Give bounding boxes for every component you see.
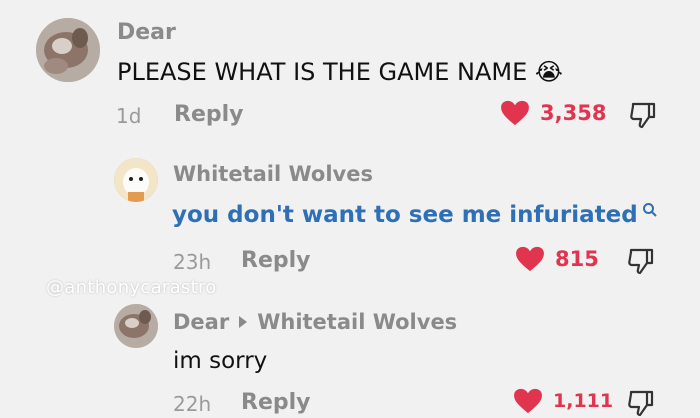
heart-icon (516, 246, 544, 272)
comment-timestamp: 1d (116, 104, 142, 128)
reply-target[interactable]: Whitetail Wolves (257, 310, 457, 334)
like-count: 815 (555, 247, 599, 271)
comment-1: Dear PLEASE WHAT IS THE GAME NAME 😭 1d R… (0, 0, 700, 140)
avatar[interactable] (36, 18, 100, 82)
dislike-icon[interactable] (626, 388, 656, 418)
reply-author[interactable]: Dear (173, 310, 229, 334)
comment-text: PLEASE WHAT IS THE GAME NAME 😭 (117, 58, 563, 86)
like-button[interactable]: 1,111 (513, 388, 613, 414)
comment-text: im sorry (173, 348, 268, 374)
comment-timestamp: 23h (173, 250, 212, 274)
like-button[interactable]: 3,358 (500, 100, 606, 126)
chevron-right-icon (239, 316, 248, 328)
like-button[interactable]: 815 (515, 246, 599, 272)
comment-username[interactable]: Dear (117, 20, 176, 45)
comment-username[interactable]: Whitetail Wolves (173, 162, 373, 186)
avatar[interactable] (114, 304, 158, 348)
reply-button[interactable]: Reply (174, 102, 244, 127)
avatar-image (114, 158, 158, 202)
like-count: 1,111 (553, 390, 614, 412)
avatar-image (114, 304, 158, 348)
comment-text-body: PLEASE WHAT IS THE GAME NAME (117, 58, 528, 86)
avatar[interactable] (114, 158, 158, 202)
comment-timestamp: 22h (173, 392, 212, 416)
reply-button[interactable]: Reply (241, 390, 311, 415)
search-icon[interactable] (642, 202, 658, 218)
crying-emoji-icon: 😭 (534, 58, 563, 86)
heart-icon (501, 100, 529, 126)
like-count: 3,358 (540, 101, 607, 125)
comment-2: Whitetail Wolves you don't want to see m… (0, 140, 700, 280)
comment-text-body[interactable]: you don't want to see me infuriated (172, 202, 638, 228)
comment-3: Dear Whitetail Wolves im sorry 22h Reply … (0, 290, 700, 418)
comment-text: you don't want to see me infuriated (172, 202, 658, 228)
heart-icon (514, 388, 542, 414)
dislike-icon[interactable] (626, 246, 656, 276)
avatar-image (36, 18, 100, 82)
dislike-icon[interactable] (628, 100, 658, 130)
reply-button[interactable]: Reply (241, 248, 311, 273)
comment-username: Dear Whitetail Wolves (173, 310, 457, 334)
